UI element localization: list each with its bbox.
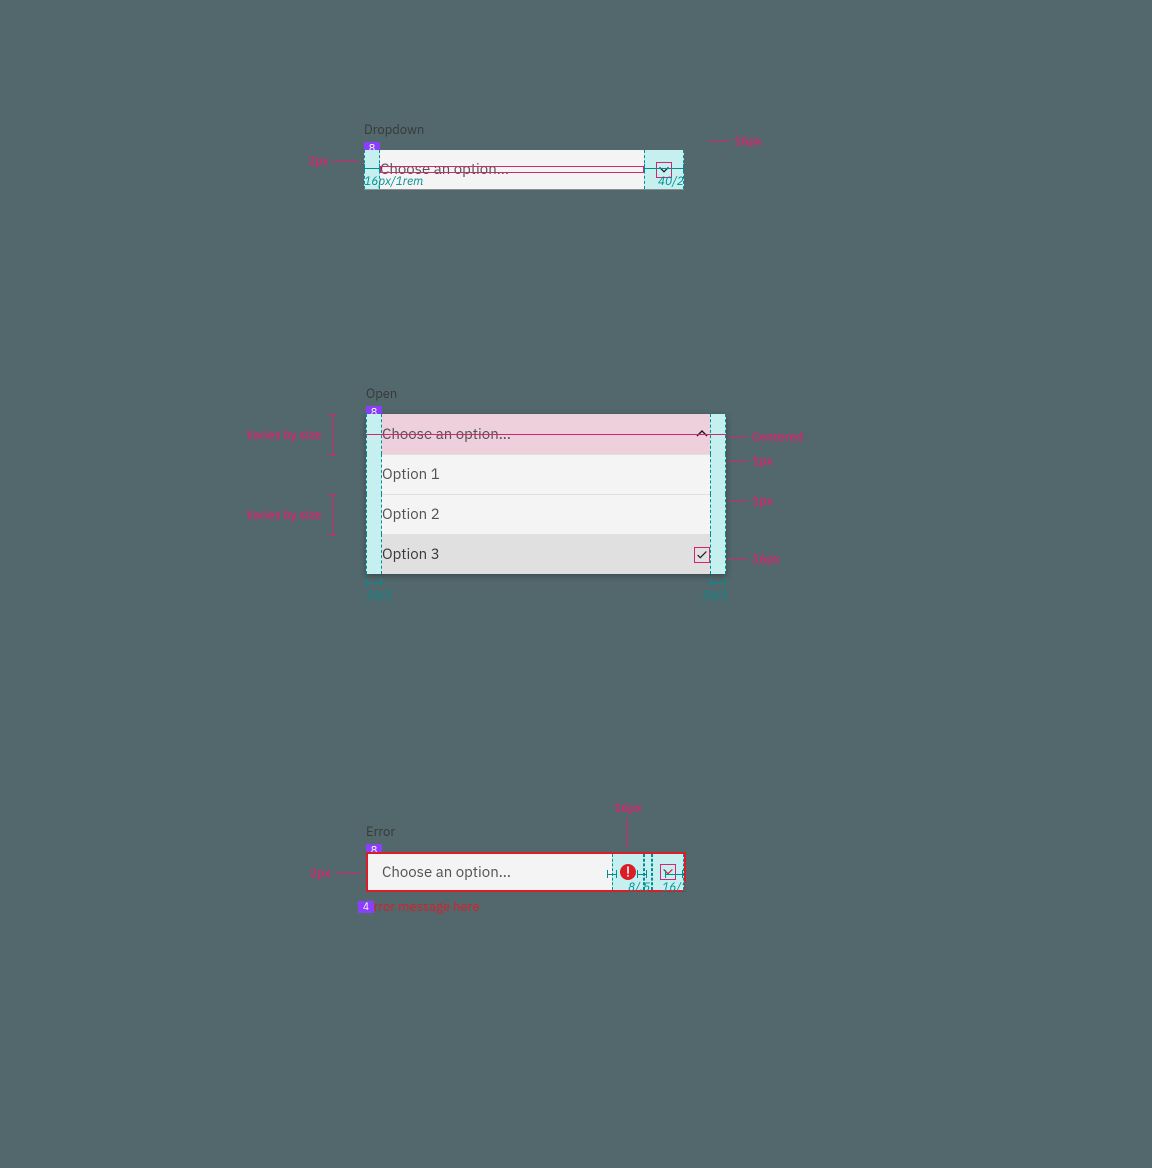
annotation-icon-gap: 8/.5: [628, 880, 652, 895]
dropdown-option[interactable]: Option 1: [366, 454, 726, 494]
annotation-row-height: Varies by size: [246, 508, 322, 523]
error-label: Error: [366, 823, 395, 840]
annotation-icon-size: 16px: [708, 134, 762, 149]
annotation-right-pad: 16/1: [662, 880, 684, 895]
annotation-pad-left: 16/1: [366, 588, 382, 603]
helper-gap-tag: 4: [358, 901, 374, 913]
annotation-left-pad: 16px/1rem: [364, 174, 380, 189]
dropdown-menu[interactable]: Choose an option... Option 1 Option 2 Op…: [366, 414, 726, 574]
dropdown-error-spec: Error 8 2px 16px Choose an option... 4 E…: [366, 822, 766, 915]
annotation-outline: 2px: [310, 866, 361, 881]
annotation-right-pad: 40/2: [644, 174, 684, 189]
option-label: Option 2: [382, 505, 440, 524]
checkmark-icon: [694, 547, 710, 563]
text-bounding-box: [380, 166, 644, 173]
dropdown-option-selected[interactable]: Option 3: [366, 534, 726, 574]
annotation-check-size: 16px: [752, 552, 780, 567]
dropdown-spec: Dropdown 8 2px Choose an option... 16px …: [364, 120, 724, 190]
annotation-header-height: Varies by size: [246, 428, 322, 443]
annotation-divider-2: 1px: [752, 494, 773, 509]
option-label: Option 1: [382, 465, 440, 484]
option-label: Option 3: [382, 545, 440, 564]
dropdown-label: Dropdown: [364, 121, 424, 138]
left-padding-zone: [368, 854, 382, 890]
center-guide: [366, 434, 726, 435]
dropdown-option[interactable]: Option 2: [366, 494, 726, 534]
annotation-error-icon-size: 16px: [614, 798, 642, 848]
dropdown-open-spec: Open 8 Varies by size Varies by size Cho…: [366, 384, 806, 574]
dropdown-placeholder: Choose an option...: [382, 863, 511, 882]
open-label: Open: [366, 385, 397, 402]
dropdown-header-row[interactable]: Choose an option...: [366, 414, 726, 454]
annotation-pad-right: 16/1: [702, 588, 726, 603]
annotation-border-bottom: 2px: [308, 154, 359, 169]
error-message: Error message here: [366, 898, 766, 915]
annotation-divider-1: 1px: [752, 454, 773, 469]
annotation-centered: Centered: [752, 430, 803, 445]
